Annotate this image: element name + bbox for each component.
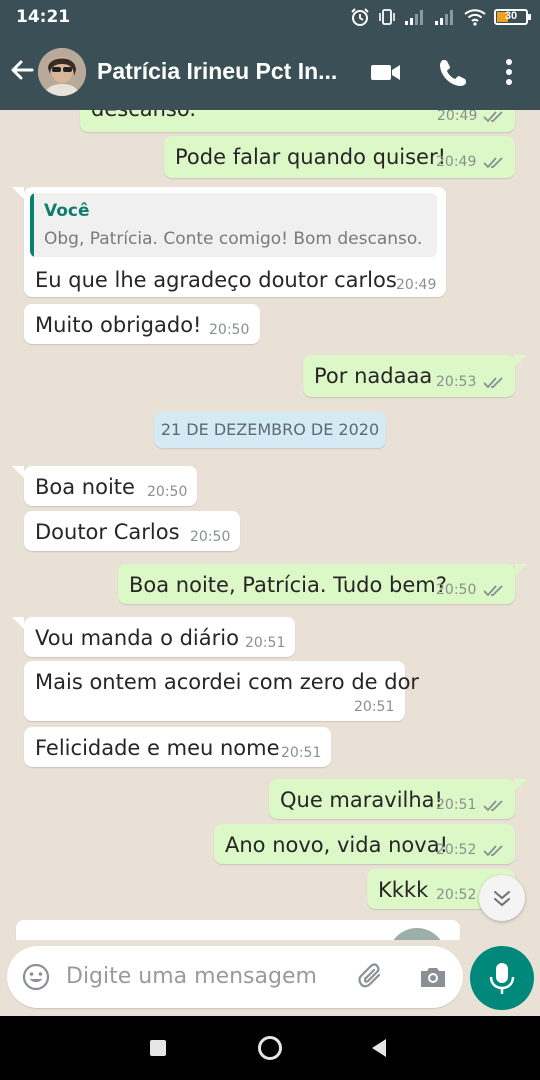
- message-time: 20:51: [245, 635, 286, 651]
- battery-icon: 30: [494, 9, 531, 25]
- message-incoming[interactable]: Boa noite 20:50: [24, 466, 197, 506]
- read-ticks-icon: [483, 157, 503, 169]
- message-incoming[interactable]: Doutor Carlos 20:50: [24, 511, 240, 551]
- status-icons: 30: [350, 6, 531, 28]
- message-outgoing[interactable]: Boa noite, Patrícia. Tudo bem? 20:50: [118, 564, 515, 604]
- message-text: Boa noite, Patrícia. Tudo bem?: [129, 573, 447, 597]
- recents-button[interactable]: [150, 1040, 166, 1056]
- voice-call-icon[interactable]: [437, 58, 469, 86]
- message-incoming[interactable]: Felicidade e meu nome 20:51: [24, 727, 331, 767]
- message-text: Por nadaaa: [314, 364, 433, 388]
- composer-bar: Digite uma mensagem: [0, 940, 540, 1016]
- chat-area[interactable]: descanso. 20:49 Pode falar quando quiser…: [0, 110, 540, 940]
- contact-name[interactable]: Patrícia Irineu Pct In...: [97, 58, 352, 85]
- message-incoming-reply[interactable]: Você Obg, Patrícia. Conte comigo! Bom de…: [24, 187, 446, 297]
- quoted-message[interactable]: Você Obg, Patrícia. Conte comigo! Bom de…: [30, 193, 437, 257]
- message-outgoing[interactable]: Pode falar quando quiser! 20:49: [164, 136, 515, 178]
- message-text: Kkkk: [378, 878, 429, 902]
- attach-icon[interactable]: [357, 962, 387, 992]
- read-ticks-icon: [483, 585, 503, 597]
- message-incoming[interactable]: Mais ontem acordei com zero de dor 20:51: [24, 661, 419, 721]
- message-outgoing[interactable]: Que maravilha! 20:51: [269, 779, 515, 819]
- double-chevron-down-icon: [494, 891, 510, 907]
- message-time: 20:53: [436, 374, 477, 390]
- message-text: Ano novo, vida nova!: [225, 833, 448, 857]
- chat-header: Patrícia Irineu Pct In...: [0, 34, 540, 110]
- read-ticks-icon: [483, 111, 503, 123]
- message-time: 20:50: [209, 322, 250, 338]
- message-time: 20:50: [436, 582, 477, 598]
- quoted-text: Obg, Patrícia. Conte comigo! Bom descans…: [44, 229, 423, 249]
- emoji-icon[interactable]: [21, 962, 51, 992]
- vibrate-icon: [379, 9, 395, 25]
- read-ticks-icon: [483, 377, 503, 389]
- video-call-icon[interactable]: [370, 58, 402, 86]
- message-text: Que maravilha!: [280, 788, 443, 812]
- message-text: Pode falar quando quiser!: [175, 145, 447, 169]
- microphone-icon: [489, 963, 515, 994]
- system-navigation-bar: [0, 1016, 540, 1080]
- camera-icon[interactable]: [418, 962, 448, 992]
- quoted-author: Você: [44, 201, 90, 221]
- message-time: 20:49: [437, 110, 478, 124]
- message-time: 20:50: [190, 529, 231, 545]
- message-input-placeholder: Digite uma mensagem: [66, 964, 317, 989]
- battery-level: 30: [504, 10, 518, 22]
- message-outgoing[interactable]: Ano novo, vida nova! 20:52: [214, 824, 515, 864]
- read-ticks-icon: [483, 845, 503, 857]
- contact-avatar[interactable]: [38, 48, 86, 96]
- message-text: descanso.: [91, 110, 196, 121]
- back-button-icon[interactable]: [370, 1038, 388, 1058]
- message-text: Doutor Carlos: [35, 520, 180, 544]
- message-time: 20:50: [147, 484, 188, 500]
- message-time: 20:51: [436, 797, 477, 813]
- message-text: Felicidade e meu nome: [35, 736, 280, 760]
- message-text: Mais ontem acordei com zero de dor: [35, 670, 420, 694]
- scroll-to-bottom-button[interactable]: [479, 875, 525, 921]
- message-incoming[interactable]: Vou manda o diário 20:51: [24, 617, 295, 657]
- message-time: 20:49: [396, 277, 437, 293]
- message-time: 20:51: [354, 699, 395, 715]
- signal-icon-2: [435, 10, 453, 25]
- alarm-icon: [351, 8, 369, 26]
- message-text: Muito obrigado!: [35, 313, 202, 337]
- read-ticks-icon: [483, 800, 503, 812]
- more-options-icon[interactable]: [497, 58, 521, 86]
- message-text: Vou manda o diário: [35, 626, 239, 650]
- message-text: Boa noite: [35, 475, 135, 499]
- wifi-icon: [464, 9, 486, 26]
- status-time: 14:21: [16, 7, 71, 27]
- back-arrow-icon[interactable]: [8, 56, 36, 84]
- message-time: 20:51: [281, 745, 322, 761]
- message-time: 20:52: [436, 842, 477, 858]
- voice-message-button[interactable]: [470, 946, 534, 1010]
- home-button[interactable]: [258, 1036, 282, 1060]
- date-separator: 21 DE DEZEMBRO DE 2020: [154, 412, 386, 448]
- message-incoming[interactable]: Muito obrigado! 20:50: [24, 304, 260, 344]
- signal-icon-1: [405, 10, 423, 25]
- message-time: 20:49: [436, 154, 477, 170]
- message-outgoing[interactable]: Por nadaaa 20:53: [303, 355, 515, 397]
- message-outgoing[interactable]: descanso. 20:49: [80, 110, 515, 132]
- message-text: Eu que lhe agradeço doutor carlos: [35, 268, 397, 292]
- message-time: 20:52: [436, 887, 477, 903]
- status-bar: 14:21 30: [0, 0, 540, 34]
- message-incoming-partial[interactable]: [16, 920, 460, 940]
- image-thumbnail: [388, 928, 446, 940]
- message-input[interactable]: Digite uma mensagem: [7, 946, 463, 1008]
